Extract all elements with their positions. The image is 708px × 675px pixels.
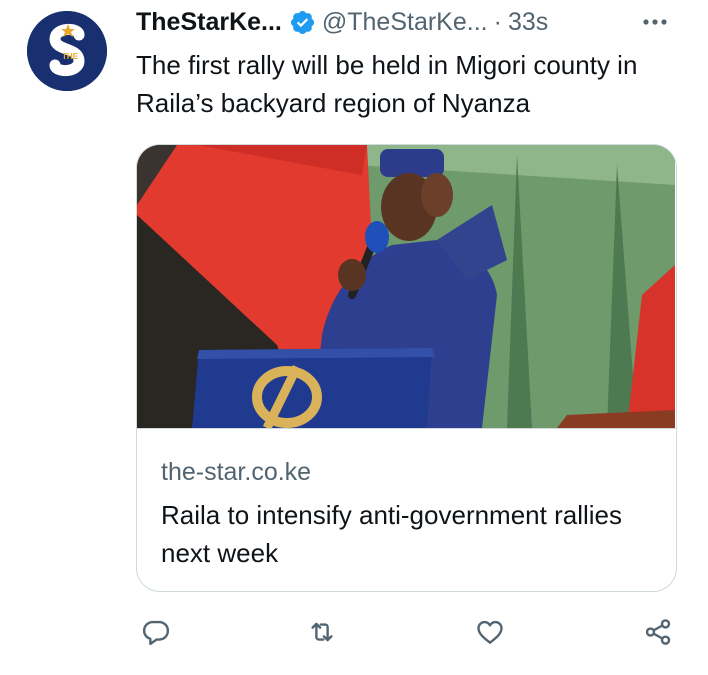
- action-bar: [136, 610, 681, 654]
- retweet-icon[interactable]: [302, 610, 342, 654]
- card-title: Raila to intensify anti-government ralli…: [161, 500, 622, 568]
- like-icon[interactable]: [470, 610, 510, 654]
- reply-icon[interactable]: [136, 610, 176, 654]
- handle[interactable]: @TheStarKe...: [322, 8, 488, 37]
- timestamp[interactable]: 33s: [508, 8, 548, 37]
- card-meta: the-star.co.ke Raila to intensify anti-g…: [137, 428, 676, 591]
- tweet-text: The first rally will be held in Migori c…: [136, 50, 638, 118]
- avatar[interactable]: THE: [27, 11, 107, 91]
- card-domain: the-star.co.ke: [161, 458, 312, 486]
- link-card[interactable]: the-star.co.ke Raila to intensify anti-g…: [136, 144, 677, 592]
- tweet-header: TheStarKe... @TheStarKe... · 33s: [136, 5, 678, 39]
- display-name[interactable]: TheStarKe...: [136, 8, 282, 37]
- verified-badge-icon: [290, 10, 314, 34]
- separator-dot: ·: [493, 7, 502, 36]
- share-icon[interactable]: [638, 610, 678, 654]
- avatar-logo-text: THE: [62, 52, 79, 61]
- more-options-icon[interactable]: [638, 5, 672, 39]
- card-image: [137, 145, 675, 428]
